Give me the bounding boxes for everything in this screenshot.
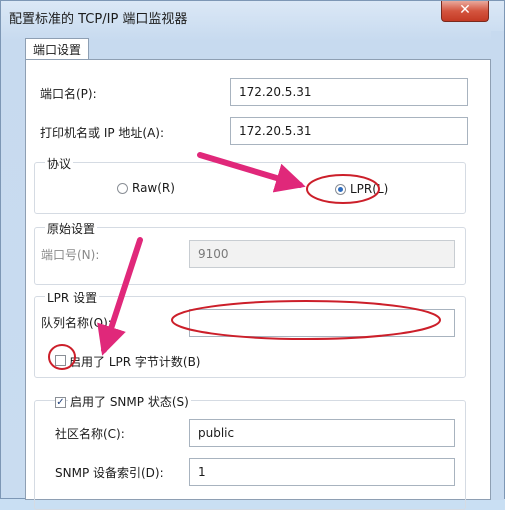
raw-port-input[interactable]: 9100 bbox=[189, 240, 455, 268]
queue-name-label: 队列名称(Q): bbox=[41, 316, 112, 330]
snmp-index-label: SNMP 设备索引(D): bbox=[55, 466, 164, 480]
port-name-label: 端口名(P): bbox=[40, 87, 97, 101]
community-name-input[interactable]: public bbox=[189, 419, 455, 447]
tab-label: 端口设置 bbox=[32, 43, 81, 57]
dialog-window: 配置标准的 TCP/IP 端口监视器 ✕ 端口设置 端口名(P): 172.20… bbox=[0, 0, 505, 510]
raw-settings-group: 原始设置 端口号(N): 9100 bbox=[34, 220, 466, 285]
close-icon: ✕ bbox=[459, 2, 471, 18]
lpr-radio[interactable] bbox=[335, 184, 346, 195]
snmp-group: 启用了 SNMP 状态(S) 社区名称(C): public SNMP 设备索引… bbox=[34, 393, 466, 510]
raw-radio[interactable] bbox=[117, 183, 128, 194]
lpr-byte-count-label[interactable]: 启用了 LPR 字节计数(B) bbox=[69, 353, 201, 370]
snmp-enabled-label[interactable]: 启用了 SNMP 状态(S) bbox=[68, 393, 191, 410]
window-title: 配置标准的 TCP/IP 端口监视器 bbox=[9, 12, 188, 27]
snmp-index-input[interactable]: 1 bbox=[189, 458, 455, 486]
protocol-group-title: 协议 bbox=[45, 155, 74, 172]
protocol-group: 协议 Raw(R) LPR(L) bbox=[34, 155, 466, 214]
tab-port-settings[interactable]: 端口设置 bbox=[25, 38, 89, 60]
close-button[interactable]: ✕ bbox=[441, 1, 489, 22]
lpr-settings-title: LPR 设置 bbox=[45, 289, 100, 306]
lpr-settings-group: LPR 设置 队列名称(Q): 启用了 LPR 字节计数(B) bbox=[34, 289, 466, 378]
snmp-enabled-checkbox[interactable] bbox=[55, 397, 66, 408]
window-edge bbox=[491, 31, 504, 500]
community-name-label: 社区名称(C): bbox=[55, 427, 125, 441]
printer-address-label: 打印机名或 IP 地址(A): bbox=[40, 126, 165, 140]
printer-address-input[interactable]: 172.20.5.31 bbox=[230, 117, 468, 145]
raw-port-label: 端口号(N): bbox=[41, 248, 100, 262]
port-name-input[interactable]: 172.20.5.31 bbox=[230, 78, 468, 106]
lpr-radio-label[interactable]: LPR(L) bbox=[350, 182, 388, 196]
tab-content: 端口名(P): 172.20.5.31 打印机名或 IP 地址(A): 172.… bbox=[25, 59, 491, 510]
raw-radio-label[interactable]: Raw(R) bbox=[132, 181, 175, 195]
lpr-byte-count-checkbox[interactable] bbox=[55, 355, 66, 366]
queue-name-input[interactable] bbox=[189, 309, 455, 337]
title-bar[interactable]: 配置标准的 TCP/IP 端口监视器 ✕ bbox=[1, 1, 504, 31]
raw-settings-title: 原始设置 bbox=[45, 220, 98, 237]
